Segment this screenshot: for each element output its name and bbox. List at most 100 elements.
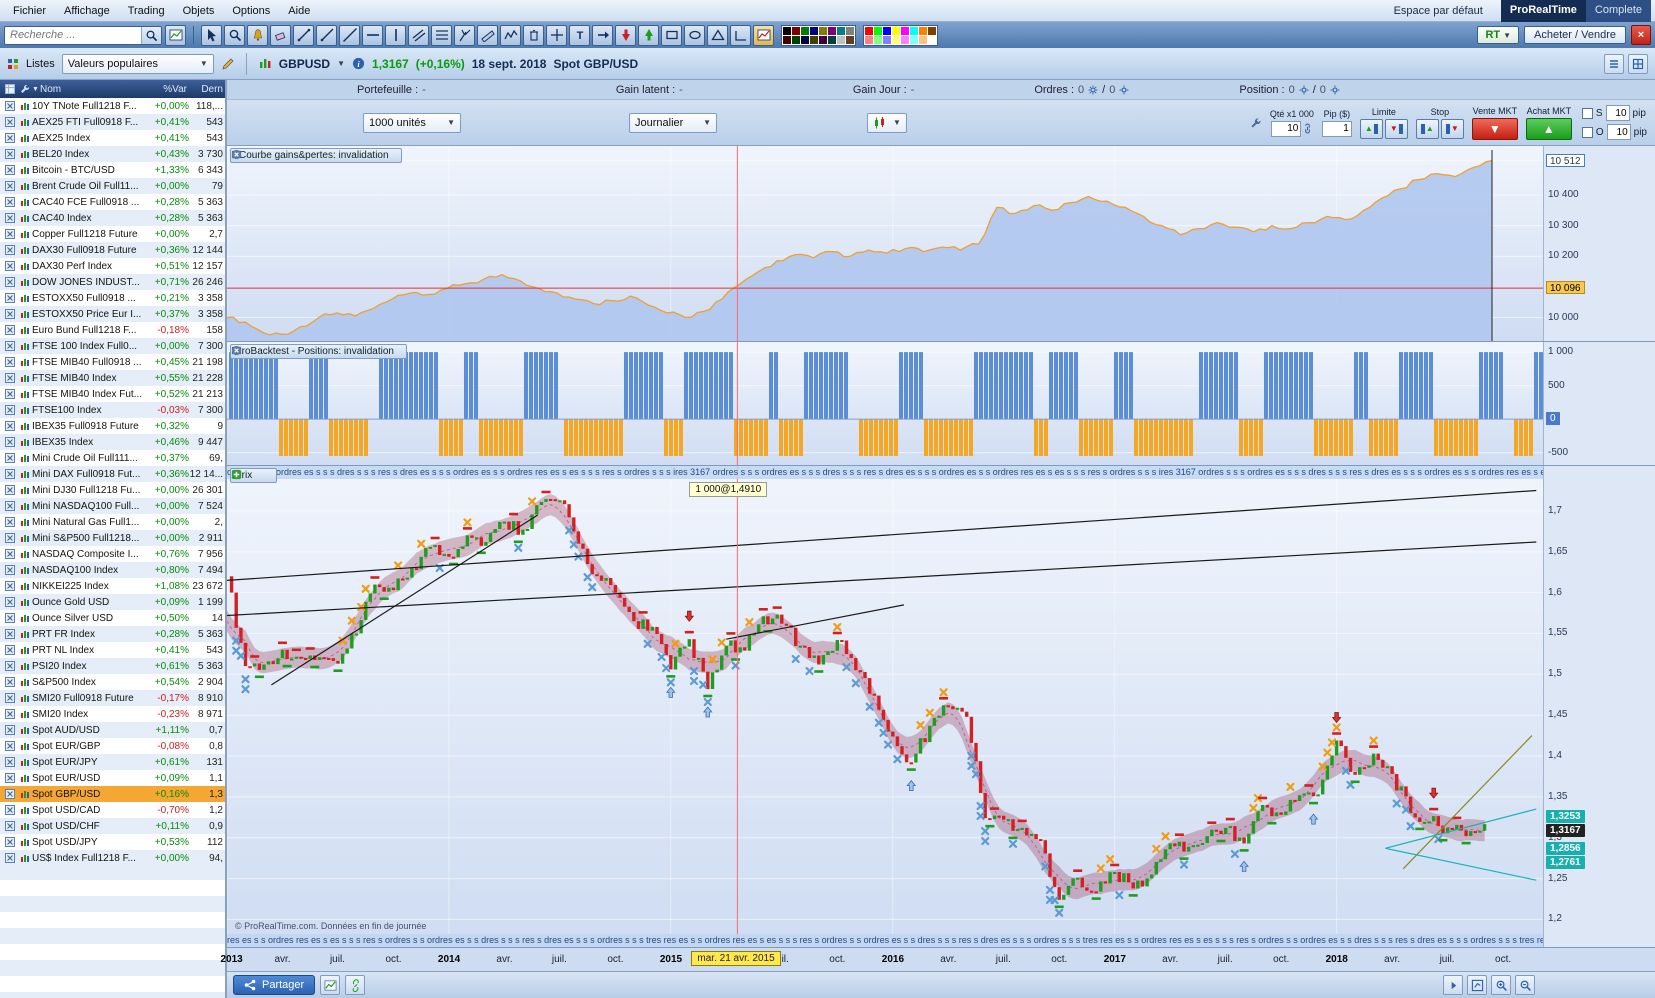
mini-chart-icon[interactable] bbox=[17, 405, 32, 415]
palette-color[interactable] bbox=[928, 26, 936, 35]
layout-grid-icon[interactable] bbox=[1628, 53, 1648, 74]
trash-tool[interactable] bbox=[523, 24, 544, 46]
watchlist-row[interactable]: FTSE MIB40 Index +0,55% 21 228 bbox=[0, 370, 225, 386]
angle-tool[interactable] bbox=[730, 24, 751, 46]
watchlist-row[interactable]: Spot USD/CAD -0,70% 1,2 bbox=[0, 802, 225, 818]
palette-color[interactable] bbox=[883, 26, 891, 35]
price-panel-tab[interactable]: Prix bbox=[230, 468, 278, 483]
palette-color[interactable] bbox=[792, 26, 800, 35]
column-last[interactable]: Dern bbox=[187, 84, 223, 95]
zoom-out-button[interactable] bbox=[1515, 975, 1535, 995]
buy-sell-button[interactable]: Acheter / Vendre bbox=[1524, 26, 1626, 44]
mini-chart-icon[interactable] bbox=[17, 821, 32, 831]
box-x-icon[interactable] bbox=[2, 741, 17, 751]
time-axis[interactable]: 2013 avr. juil. oct. 2014 avr. juil. oct. 2015 ju… bbox=[220, 948, 1655, 972]
equity-curve-panel[interactable]: Courbe gains&pertes: invalidation 10 512… bbox=[227, 146, 1655, 342]
mini-chart-icon[interactable] bbox=[17, 741, 32, 751]
rt-mode-button[interactable]: RT ▼ bbox=[1477, 26, 1520, 44]
quantity-select[interactable]: 1000 unités ▼ bbox=[363, 112, 461, 133]
box-x-icon[interactable] bbox=[2, 789, 17, 799]
channel-tool[interactable] bbox=[477, 24, 498, 46]
watchlist-row[interactable]: Spot AUD/USD +1,11% 0,7 bbox=[0, 722, 225, 738]
mini-chart-icon[interactable] bbox=[17, 101, 32, 111]
box-x-icon[interactable] bbox=[2, 421, 17, 431]
watchlist-row[interactable]: Spot EUR/GBP -0,08% 0,8 bbox=[0, 738, 225, 754]
mini-chart-icon[interactable] bbox=[17, 165, 32, 175]
palette-color[interactable] bbox=[801, 26, 809, 35]
watchlist-row[interactable]: CAC40 Index +0,28% 5 363 bbox=[0, 210, 225, 226]
watchlist-row[interactable]: AEX25 Index +0,41% 543 bbox=[0, 130, 225, 146]
menu-aide[interactable]: Aide bbox=[279, 3, 319, 19]
sort-icon[interactable]: ▼ bbox=[32, 86, 40, 93]
palette-color[interactable] bbox=[810, 26, 818, 35]
box-x-icon[interactable] bbox=[2, 805, 17, 815]
link-icon[interactable] bbox=[1303, 122, 1312, 135]
watchlist-row[interactable]: SMI20 Index -0,23% 8 971 bbox=[0, 706, 225, 722]
watchlist-row[interactable]: Mini NASDAQ100 Full... +0,00% 7 524 bbox=[0, 498, 225, 514]
mini-chart-icon[interactable] bbox=[17, 693, 32, 703]
stop-checkbox[interactable] bbox=[1581, 107, 1593, 119]
palette-color[interactable] bbox=[819, 26, 827, 35]
watchlist-row[interactable]: Mini Natural Gas Full1... +0,00% 2, bbox=[0, 514, 225, 530]
box-x-icon[interactable] bbox=[2, 133, 17, 143]
watchlist-row[interactable]: BEL20 Index +0,43% 3 730 bbox=[0, 146, 225, 162]
watchlist-row[interactable]: 10Y TNote Full1218 F... +0,00% 118,... bbox=[0, 98, 225, 114]
palette-color[interactable] bbox=[819, 35, 827, 44]
mini-chart-icon[interactable] bbox=[17, 837, 32, 847]
watchlist-row[interactable]: DAX30 Perf Index +0,51% 12 157 bbox=[0, 258, 225, 274]
search-icon[interactable] bbox=[141, 26, 161, 44]
positions-panel[interactable]: ProBacktest - Positions: invalidation 1 … bbox=[227, 342, 1655, 466]
positions-panel-tab[interactable]: ProBacktest - Positions: invalidation bbox=[230, 344, 407, 359]
equity-chart-canvas[interactable] bbox=[227, 146, 1543, 342]
menu-affichage[interactable]: Affichage bbox=[55, 3, 119, 19]
mini-chart-icon[interactable] bbox=[17, 565, 32, 575]
zoom-fit-button[interactable] bbox=[1467, 975, 1487, 995]
watchlist-row[interactable]: Ounce Gold USD +0,09% 1 199 bbox=[0, 594, 225, 610]
horizontal-line-tool[interactable] bbox=[362, 24, 383, 46]
watchlist-row[interactable]: FTSE MIB40 Index Fut... +0,52% 21 213 bbox=[0, 386, 225, 402]
box-x-icon[interactable] bbox=[2, 613, 17, 623]
scroll-right-button[interactable] bbox=[1443, 975, 1463, 995]
box-x-icon[interactable] bbox=[2, 341, 17, 351]
workspace-selector[interactable]: Espace par défaut bbox=[1386, 3, 1491, 19]
watchlist-row[interactable]: NASDAQ Composite I... +0,76% 7 956 bbox=[0, 546, 225, 562]
watchlist-row[interactable]: NASDAQ100 Index +0,80% 7 494 bbox=[0, 562, 225, 578]
watchlist-row[interactable]: US$ Index Full1218 F... +0,00% 94, bbox=[0, 850, 225, 866]
mini-chart-icon[interactable] bbox=[17, 517, 32, 527]
watchlist-header[interactable]: ▼ Nom %Var Dern bbox=[0, 80, 225, 98]
watchlist-row[interactable]: ESTOXX50 Price Eur I... +0,37% 3 358 bbox=[0, 306, 225, 322]
mini-chart-icon[interactable] bbox=[17, 789, 32, 799]
edit-list-icon[interactable] bbox=[221, 57, 235, 71]
palette-color[interactable] bbox=[792, 35, 800, 44]
fibonacci-tool[interactable] bbox=[431, 24, 452, 46]
box-x-icon[interactable] bbox=[2, 629, 17, 639]
chart-type-button[interactable]: ▼ bbox=[867, 112, 907, 133]
segment-tool[interactable] bbox=[293, 24, 314, 46]
palette-color[interactable] bbox=[865, 26, 873, 35]
mini-chart-icon[interactable] bbox=[17, 677, 32, 687]
box-x-icon[interactable] bbox=[2, 597, 17, 607]
box-x-icon[interactable] bbox=[2, 581, 17, 591]
box-x-icon[interactable] bbox=[2, 117, 17, 127]
box-x-icon[interactable] bbox=[2, 309, 17, 319]
watchlist-row[interactable]: PRT NL Index +0,41% 543 bbox=[0, 642, 225, 658]
equity-panel-tab[interactable]: Courbe gains&pertes: invalidation bbox=[230, 148, 402, 163]
pitchfork-tool[interactable] bbox=[454, 24, 475, 46]
palette-color[interactable] bbox=[783, 35, 791, 44]
watchlist-row[interactable]: Spot USD/CHF +0,11% 0,9 bbox=[0, 818, 225, 834]
palette-color[interactable] bbox=[828, 26, 836, 35]
mini-chart-icon[interactable] bbox=[17, 597, 32, 607]
watchlist-select[interactable]: Valeurs populaires ▼ bbox=[61, 53, 214, 74]
watchlist-row[interactable]: Copper Full1218 Future +0,00% 2,7 bbox=[0, 226, 225, 242]
wrench-icon[interactable] bbox=[17, 84, 32, 94]
box-x-icon[interactable] bbox=[2, 757, 17, 767]
sell-market-button[interactable]: ▼ bbox=[1471, 117, 1518, 140]
watchlist-row[interactable]: Mini DAX Full0918 Fut... +0,36% 12 14... bbox=[0, 466, 225, 482]
palette-color[interactable] bbox=[874, 26, 882, 35]
palette-color[interactable] bbox=[837, 35, 845, 44]
ray-tool[interactable] bbox=[316, 24, 337, 46]
palette-color[interactable] bbox=[783, 26, 791, 35]
mini-chart-icon[interactable] bbox=[17, 213, 32, 223]
watchlist-row[interactable]: DAX30 Full0918 Future +0,36% 12 144 bbox=[0, 242, 225, 258]
box-x-icon[interactable] bbox=[2, 357, 17, 367]
